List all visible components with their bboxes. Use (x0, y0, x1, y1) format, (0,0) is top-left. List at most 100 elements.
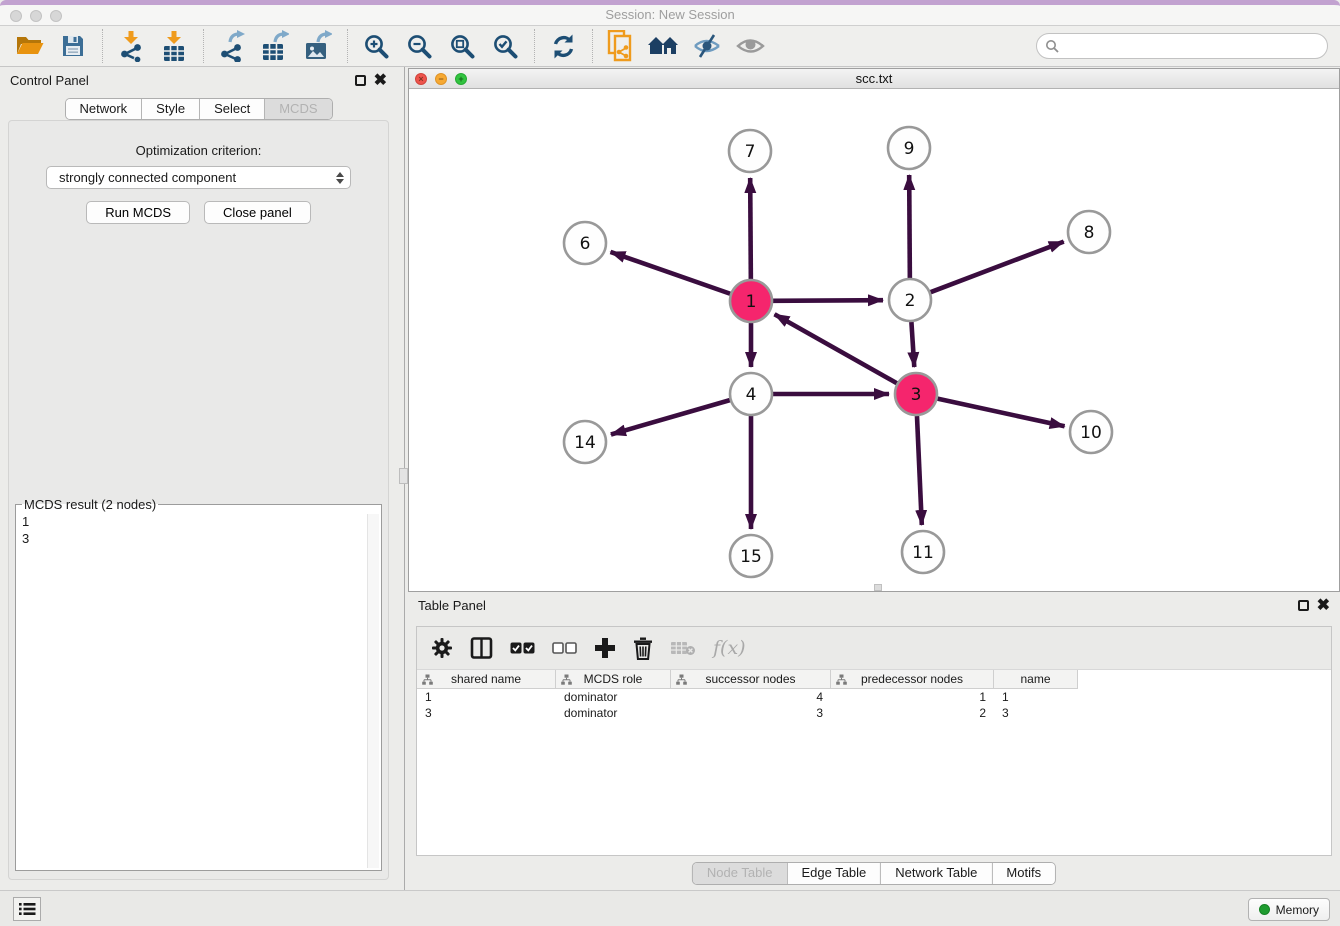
select-all-icon[interactable] (510, 641, 535, 655)
graph-edge-2-8[interactable] (931, 242, 1064, 293)
float-table-panel-icon[interactable] (1298, 600, 1309, 611)
zoom-in-icon[interactable] (358, 28, 394, 64)
column-header-label: MCDS role (584, 672, 643, 686)
table-cell[interactable]: 1 (831, 689, 994, 705)
memory-button[interactable]: Memory (1248, 898, 1330, 921)
tab-motifs[interactable]: Motifs (991, 863, 1055, 884)
task-history-button[interactable] (13, 897, 41, 921)
tab-network-table[interactable]: Network Table (880, 863, 991, 884)
show-panels-icon[interactable] (732, 28, 768, 64)
hide-panels-icon[interactable] (689, 28, 725, 64)
graph-edge-1-7[interactable] (750, 178, 751, 279)
delete-column-icon[interactable] (633, 637, 653, 660)
settings-icon[interactable] (431, 637, 453, 659)
toolbar-separator (203, 29, 204, 63)
close-panel-icon[interactable]: ✖ (374, 75, 387, 86)
graph-edge-2-3[interactable] (911, 322, 914, 367)
table-cell[interactable]: 3 (994, 705, 1078, 721)
float-panel-icon[interactable] (355, 75, 366, 86)
canvas-resize-handle[interactable] (874, 584, 882, 591)
column-header-MCDS-role[interactable]: MCDS role (556, 670, 671, 689)
table-header-row: shared name MCDS role successor nodesprede… (417, 670, 1331, 689)
graph-node-label: 4 (746, 385, 757, 405)
table-cell[interactable]: dominator (556, 689, 671, 705)
table-row[interactable]: 1dominator411 (417, 689, 1331, 705)
main-toolbar (0, 26, 1340, 67)
control-panel: Control Panel ✖ Network Style Select MCD… (0, 67, 397, 890)
column-header-shared-name[interactable]: shared name (417, 670, 556, 689)
search-input[interactable] (1065, 38, 1327, 54)
clone-network-icon[interactable] (603, 28, 639, 64)
close-panel-button[interactable]: Close panel (204, 201, 311, 224)
node-table: shared name MCDS role successor nodesprede… (417, 670, 1331, 721)
result-scrollbar[interactable] (367, 514, 379, 868)
delete-table-icon[interactable] (670, 639, 696, 657)
optimization-criterion-label: Optimization criterion: (9, 143, 388, 158)
table-cell[interactable]: 3 (671, 705, 831, 721)
table-content: f(x) shared name MCDS role successor nodes… (416, 626, 1332, 856)
import-table-icon[interactable] (156, 28, 192, 64)
dropdown-stepper-icon (331, 168, 349, 187)
mcds-result-line: 3 (22, 530, 375, 547)
table-row[interactable]: 3dominator323 (417, 705, 1331, 721)
column-header-name[interactable]: name (994, 670, 1078, 689)
graph-edge-3-11[interactable] (917, 416, 922, 525)
export-image-icon[interactable] (300, 28, 336, 64)
control-panel-tabs: Network Style Select MCDS (64, 98, 332, 120)
tab-node-table[interactable]: Node Table (693, 863, 787, 884)
tab-edge-table[interactable]: Edge Table (786, 863, 880, 884)
zoom-out-icon[interactable] (401, 28, 437, 64)
table-cell[interactable]: 3 (417, 705, 556, 721)
table-cell[interactable]: dominator (556, 705, 671, 721)
column-header-predecessor-nodes[interactable]: predecessor nodes (831, 670, 994, 689)
deselect-all-icon[interactable] (552, 641, 577, 655)
table-cell[interactable]: 1 (994, 689, 1078, 705)
import-network-icon[interactable] (113, 28, 149, 64)
open-session-icon[interactable] (12, 28, 48, 64)
network-title: scc.txt (409, 71, 1339, 86)
table-cell[interactable]: 4 (671, 689, 831, 705)
table-cell[interactable]: 1 (417, 689, 556, 705)
refresh-icon[interactable] (545, 28, 581, 64)
memory-label: Memory (1276, 903, 1319, 917)
tab-network[interactable]: Network (65, 99, 141, 119)
graph-edge-3-1[interactable] (775, 314, 897, 383)
table-toolbar: f(x) (417, 627, 1331, 670)
add-column-icon[interactable] (594, 637, 616, 659)
export-table-icon[interactable] (257, 28, 293, 64)
table-body: 1dominator4113dominator323 (417, 689, 1331, 721)
table-tabs: Node Table Edge Table Network Table Moti… (692, 862, 1056, 885)
graph-edge-1-2[interactable] (773, 300, 883, 301)
graph-edge-2-9[interactable] (909, 175, 910, 278)
criterion-value: strongly connected component (59, 170, 236, 185)
tab-style[interactable]: Style (141, 99, 199, 119)
search-box[interactable] (1036, 33, 1328, 59)
graph-edge-1-6[interactable] (610, 252, 730, 294)
graph-edge-3-10[interactable] (937, 399, 1064, 427)
export-network-icon[interactable] (214, 28, 250, 64)
toolbar-separator (347, 29, 348, 63)
run-mcds-button[interactable]: Run MCDS (86, 201, 190, 224)
first-neighbors-icon[interactable] (646, 28, 682, 64)
network-view-window: × − + scc.txt 7968124314101511 (408, 68, 1340, 592)
table-cell[interactable]: 2 (831, 705, 994, 721)
graph-node-label: 6 (580, 234, 591, 254)
network-canvas[interactable]: 7968124314101511 (409, 90, 1339, 591)
criterion-dropdown[interactable]: strongly connected component (46, 166, 351, 189)
list-icon (18, 901, 36, 917)
tab-select[interactable]: Select (199, 99, 264, 119)
graph-edge-4-14[interactable] (611, 400, 730, 434)
close-table-panel-icon[interactable]: ✖ (1317, 600, 1330, 611)
app-title: Session: New Session (0, 7, 1340, 22)
save-session-icon[interactable] (55, 28, 91, 64)
splitter-handle[interactable] (399, 468, 408, 484)
zoom-fit-icon[interactable] (444, 28, 480, 64)
column-header-successor-nodes[interactable]: successor nodes (671, 670, 831, 689)
graph-node-label: 11 (912, 543, 934, 563)
network-window-titlebar[interactable]: × − + scc.txt (409, 69, 1339, 89)
zoom-selected-icon[interactable] (487, 28, 523, 64)
graph-node-label: 15 (740, 547, 762, 567)
column-header-label: shared name (451, 672, 521, 686)
tab-mcds[interactable]: MCDS (264, 99, 331, 119)
split-view-icon[interactable] (470, 637, 493, 659)
